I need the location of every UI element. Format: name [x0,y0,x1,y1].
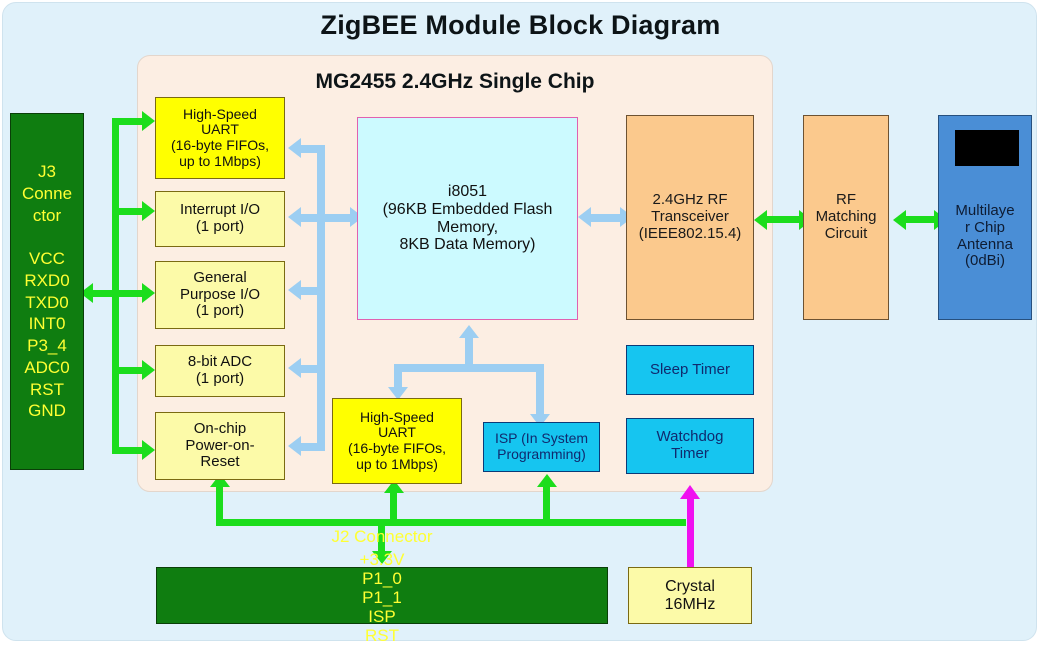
uart-top-line1: High-Speed [183,105,257,122]
crystal-line1: Crystal [665,577,715,595]
block-isp[interactable]: ISP (In System Programming) [483,422,600,472]
block-uart-bottom[interactable]: High-Speed UART (16-byte FIFOs, up to 1M… [332,398,462,484]
interrupt-io-line2: (1 port) [195,218,245,235]
block-interrupt-io[interactable]: Interrupt I/O (1 port) [155,191,285,247]
antenna-line4: (0dBi) [964,252,1005,270]
cpu-line4: 8KB Data Memory) [399,236,536,254]
j2-pin-p1_1: P1_1 [362,587,402,607]
block-antenna[interactable]: Multilaye r Chip Antenna (0dBi) [938,115,1032,320]
rf-transceiver-line3: (IEEE802.15.4) [638,224,742,242]
block-uart-top[interactable]: High-Speed UART (16-byte FIFOs, up to 1M… [155,97,285,179]
j3-spacer [11,226,83,248]
cpu-line1: i8051 [447,182,488,200]
watchdog-timer-line1: Watchdog [656,428,724,446]
uart-top-line2: UART [201,121,239,138]
j2-pin-isp: ISP [368,607,396,627]
j3-pin-adc0: ADC0 [24,357,70,377]
isp-line1: ISP (In System [494,430,589,447]
j2-connector[interactable]: J2 Connector +3.3V P1_0 P1_1 ISP RST GND [156,527,608,645]
isp-line2: Programming) [497,446,586,462]
rf-transceiver-line2: Transceiver [651,208,729,226]
gpio-line3: (1 port) [195,302,245,320]
block-sleep-timer[interactable]: Sleep Timer [626,345,754,395]
uart-top-line3: (16-byte FIFOs, [170,137,270,153]
block-diagram-canvas: ZigBEE Module Block Diagram MG2455 2.4GH… [0,0,1041,645]
antenna-line3: Antenna [957,235,1013,253]
uart-bottom-line4: up to 1Mbps) [356,455,438,472]
block-rf-matching-circuit[interactable]: RF Matching Circuit [803,115,889,320]
block-power-on-reset[interactable]: On-chip Power-on- Reset [155,412,285,480]
gpio-line2: Purpose I/O [179,285,261,303]
j3-name-line1: J3 [38,162,56,181]
j3-pin-int0: INT0 [28,314,66,334]
j3-name-line2: Conne [21,183,73,203]
uart-bottom-line2: UART [378,424,416,441]
block-general-purpose-io[interactable]: General Purpose I/O (1 port) [155,261,285,329]
adc-line2: (1 port) [195,370,245,387]
crystal-line2: 16MHz [664,595,716,613]
por-line3: Reset [200,453,240,471]
uart-bottom-line1: High-Speed [360,408,434,425]
block-rf-transceiver[interactable]: 2.4GHz RF Transceiver (IEEE802.15.4) [626,115,754,320]
j2-pin-p1_0: P1_0 [362,568,402,588]
rf-matching-line3: Circuit [824,224,868,242]
j3-pin-rst: RST [30,379,64,399]
por-line2: Power-on- [185,436,255,454]
block-watchdog-timer[interactable]: Watchdog Timer [626,418,754,474]
antenna-line2: r Chip [964,218,1005,236]
j2-pin-rst: RST [365,626,399,645]
rf-matching-line1: RF [836,191,856,209]
antenna-pad-icon [955,130,1019,166]
cpu-line2: (96KB Embedded Flash [382,200,553,218]
chip-panel-title: MG2455 2.4GHz Single Chip [315,70,595,93]
por-line1: On-chip [193,419,247,437]
block-crystal[interactable]: Crystal 16MHz [628,567,752,624]
gpio-line1: General [193,268,247,286]
j2-title: J2 Connector [331,526,433,546]
cpu-line3: Memory, [436,218,499,236]
block-i8051-core[interactable]: i8051 (96KB Embedded Flash Memory, 8KB D… [357,117,578,320]
j3-pin-rxd0: RXD0 [24,270,70,290]
j3-pin-gnd: GND [28,401,66,421]
sleep-timer-line1: Sleep Timer [649,360,731,378]
page-title: ZigBEE Module Block Diagram [320,10,721,40]
watchdog-timer-line2: Timer [671,445,709,462]
j3-connector[interactable]: J3 Conne ctor VCC RXD0 TXD0 INT0 P3_4 AD… [10,113,84,470]
antenna-line1: Multilaye [955,201,1015,219]
j2-pin-3v3: +3.3V [359,549,405,569]
block-adc[interactable]: 8-bit ADC (1 port) [155,345,285,397]
j3-pin-p3_4: P3_4 [27,336,67,355]
j3-name-line3: ctor [32,205,62,225]
rf-matching-line2: Matching [815,208,877,226]
adc-line1: 8-bit ADC [187,353,253,371]
rf-transceiver-line1: 2.4GHz RF [652,191,728,209]
j3-pin-txd0: TXD0 [25,292,69,312]
uart-bottom-line3: (16-byte FIFOs, [347,440,447,456]
uart-top-line4: up to 1Mbps) [179,152,261,169]
j3-pin-vcc: VCC [29,249,65,268]
interrupt-io-line1: Interrupt I/O [179,201,261,219]
